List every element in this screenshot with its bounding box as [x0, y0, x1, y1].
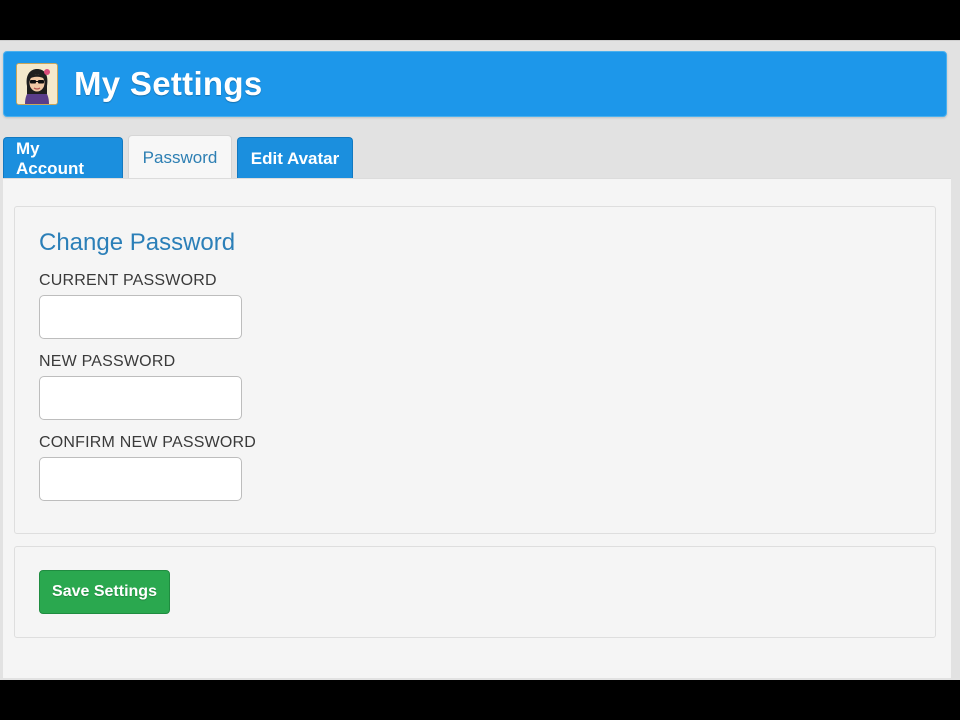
- actions-panel: Save Settings: [14, 546, 936, 638]
- tab-edit-avatar[interactable]: Edit Avatar: [237, 137, 353, 179]
- page-header: My Settings: [3, 51, 947, 117]
- settings-tabs: My Account Password Edit Avatar: [3, 135, 358, 179]
- settings-page: My Settings My Account Password Edit Ava…: [0, 40, 960, 680]
- change-password-panel: Change Password CURRENT PASSWORD NEW PAS…: [14, 206, 936, 534]
- current-password-input[interactable]: [39, 295, 242, 339]
- tab-label: Edit Avatar: [250, 148, 340, 168]
- section-title: Change Password: [39, 229, 236, 256]
- tab-label: Password: [142, 147, 218, 167]
- tab-label: My Account: [16, 138, 84, 178]
- page-title: My Settings: [74, 65, 263, 102]
- tab-my-account[interactable]: My Account: [3, 137, 123, 179]
- current-password-label: CURRENT PASSWORD: [39, 272, 217, 289]
- letterbox-bottom: [0, 680, 960, 720]
- confirm-password-label: CONFIRM NEW PASSWORD: [39, 434, 257, 451]
- confirm-password-input[interactable]: [39, 457, 242, 501]
- tab-content: Change Password CURRENT PASSWORD NEW PAS…: [3, 178, 951, 678]
- new-password-input[interactable]: [39, 376, 242, 420]
- letterbox-top: [0, 0, 960, 40]
- tab-password[interactable]: Password: [128, 135, 232, 179]
- new-password-label: NEW PASSWORD: [39, 353, 176, 370]
- user-avatar-icon: [16, 63, 58, 105]
- save-settings-button[interactable]: Save Settings: [39, 570, 170, 614]
